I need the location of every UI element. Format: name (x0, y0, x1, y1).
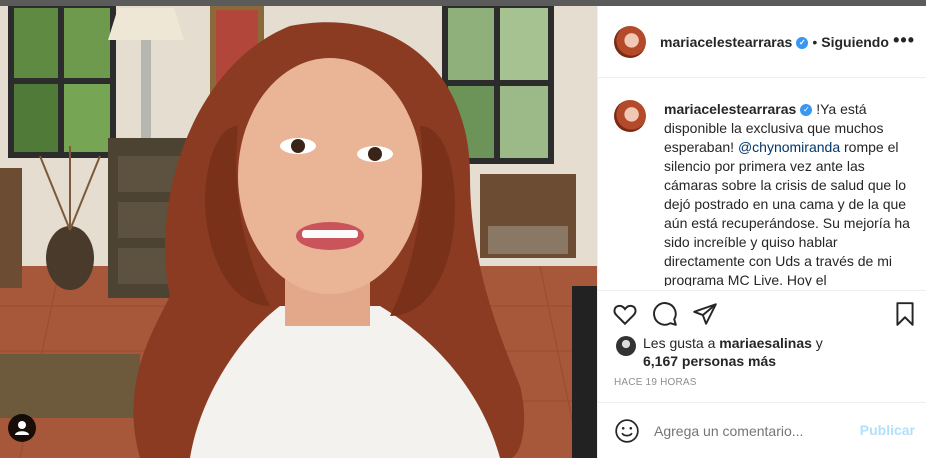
liker-avatar[interactable] (616, 336, 636, 356)
caption-author-avatar[interactable] (614, 100, 646, 132)
header-separator: • (812, 33, 818, 50)
author-username[interactable]: mariacelestearraras ✓ (660, 34, 809, 50)
post-photo-illustration (0, 6, 597, 458)
following-button[interactable]: Siguiendo (821, 34, 889, 50)
author-username-text[interactable]: mariacelestearraras (660, 34, 792, 50)
caption-mention-link[interactable]: @chynomiranda (738, 139, 840, 155)
post-photo[interactable] (0, 6, 597, 458)
post-timestamp[interactable]: HACE 19 HORAS (614, 377, 697, 388)
comment-composer: Publicar (598, 402, 926, 458)
comment-input[interactable] (654, 422, 854, 439)
comment-icon[interactable] (652, 301, 678, 327)
author-avatar[interactable] (614, 25, 646, 58)
post-caption: mariacelestearraras ✓ !Ya está disponible… (614, 100, 919, 286)
caption-username[interactable]: mariacelestearraras (664, 101, 796, 117)
post-header: mariacelestearraras ✓ • Siguiendo ••• (598, 6, 926, 78)
post-actions-bar (598, 290, 926, 334)
verified-badge-icon: ✓ (796, 36, 809, 49)
like-heart-icon[interactable] (612, 301, 638, 327)
tagged-users-icon[interactable] (8, 414, 36, 442)
publish-button[interactable]: Publicar (860, 422, 915, 438)
likes-text: Les gusta a mariaesalinas y 6,167 person… (643, 334, 823, 370)
emoji-smile-icon[interactable] (614, 418, 640, 444)
more-options-icon[interactable]: ••• (893, 30, 915, 51)
liker-username[interactable]: mariaesalinas (719, 335, 812, 351)
caption-verified-badge-icon: ✓ (800, 104, 813, 117)
caption-text: mariacelestearraras ✓ !Ya está disponible… (664, 100, 919, 286)
likes-prefix: Les gusta a (643, 335, 720, 351)
post-side-panel: mariacelestearraras ✓ • Siguiendo ••• mar… (597, 6, 926, 458)
likes-summary: Les gusta a mariaesalinas y 6,167 person… (616, 334, 916, 370)
share-send-icon[interactable] (692, 301, 718, 327)
caption-body-rest: rompe el silencio por primera vez ante l… (664, 139, 910, 286)
likes-count[interactable]: 6,167 personas más (643, 353, 776, 369)
likes-joiner: y (811, 335, 823, 351)
save-bookmark-icon[interactable] (892, 301, 918, 327)
